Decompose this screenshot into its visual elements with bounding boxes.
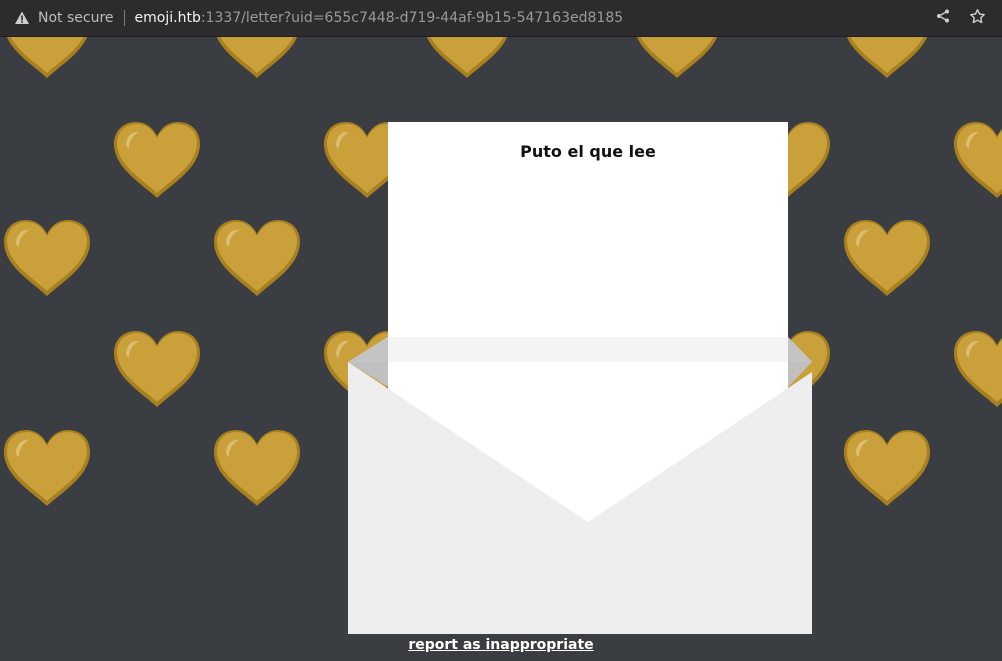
heart-icon: [422, 37, 512, 80]
address-bar-actions: [935, 0, 986, 36]
browser-address-bar: Not secure emoji.htb:1337/letter?uid=655…: [0, 0, 1002, 37]
heart-icon: [842, 218, 932, 298]
letter-message: Puto el que lee: [520, 142, 656, 161]
url-field[interactable]: emoji.htb:1337/letter?uid=655c7448-d719-…: [135, 10, 624, 26]
share-icon[interactable]: [935, 8, 951, 28]
heart-icon: [842, 37, 932, 80]
address-divider: [123, 10, 125, 26]
heart-icon: [632, 37, 722, 80]
security-status-label[interactable]: Not secure: [38, 10, 114, 26]
heart-icon: [842, 428, 932, 508]
heart-icon: [2, 218, 92, 298]
report-link[interactable]: report as inappropriate: [0, 637, 1002, 653]
heart-icon: [212, 428, 302, 508]
heart-icon: [2, 428, 92, 508]
heart-icon: [112, 120, 202, 200]
heart-icon: [952, 120, 1002, 200]
heart-icon: [212, 218, 302, 298]
url-host: emoji.htb: [134, 10, 201, 26]
heart-icon: [2, 37, 92, 80]
heart-icon: [952, 329, 1002, 409]
star-icon[interactable]: [969, 8, 986, 29]
envelope-icon: [348, 337, 812, 634]
heart-icon: [112, 329, 202, 409]
warning-icon[interactable]: [14, 10, 30, 26]
letter-page: Puto el que lee report as inappropriate: [0, 37, 1002, 661]
heart-icon: [212, 37, 302, 80]
url-path: :1337/letter?uid=655c7448-d719-44af-9b15…: [200, 10, 624, 26]
